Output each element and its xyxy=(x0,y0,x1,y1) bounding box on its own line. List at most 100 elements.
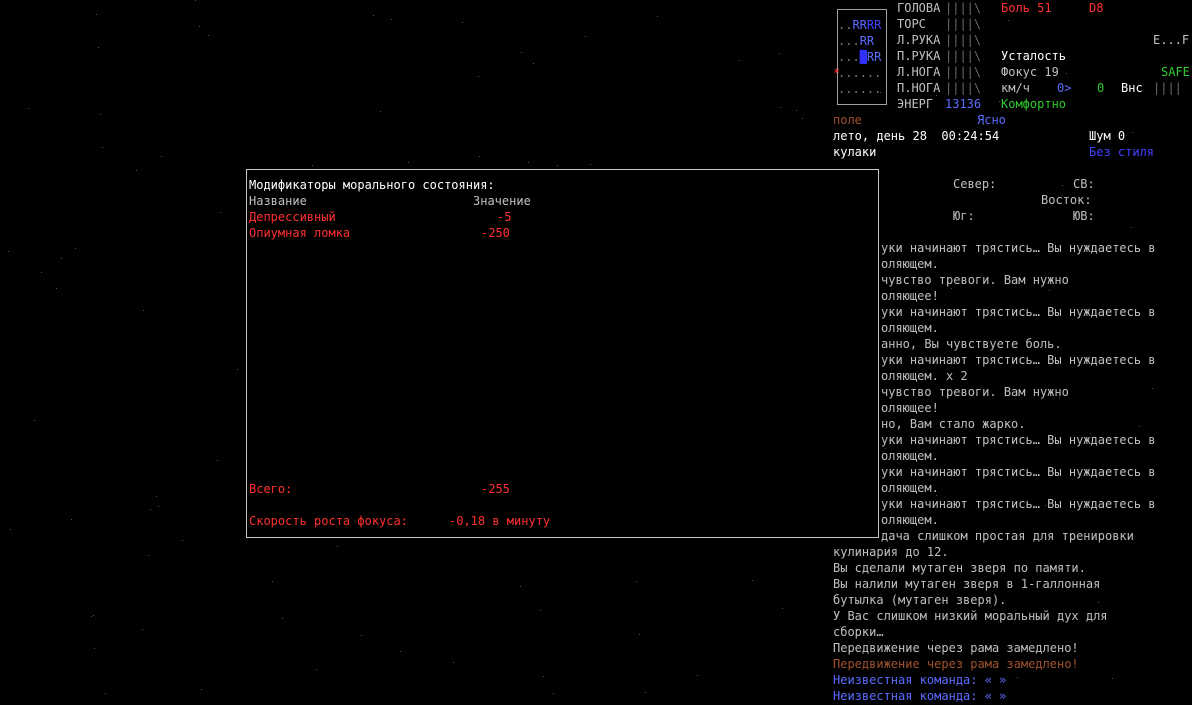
star-dot xyxy=(220,212,221,213)
minimap-row: ...RR xyxy=(838,34,875,48)
star-dot xyxy=(1139,426,1140,427)
star-dot xyxy=(540,610,541,611)
star-dot xyxy=(217,460,218,461)
star-dot xyxy=(528,162,529,163)
morale-row-name[interactable]: Опиумная ломка xyxy=(249,225,350,241)
star-dot xyxy=(199,26,200,27)
morale-modifiers-dialog[interactable]: Модификаторы морального состояния: Назва… xyxy=(246,169,879,538)
star-dot xyxy=(521,52,522,53)
log-line: уки начинают трястись… Вы нуждаетесь в xyxy=(881,353,1156,367)
star-dot xyxy=(161,156,162,157)
star-dot xyxy=(143,310,144,311)
focus-indicator: Фокус 19 xyxy=(1001,65,1059,79)
star-dot xyxy=(41,272,42,273)
log-line: оляющем. xyxy=(881,449,939,463)
star-dot xyxy=(553,693,554,694)
player-marker-icon: * xyxy=(833,66,841,80)
morale-row-name[interactable]: Депрессивный xyxy=(249,209,336,225)
log-line: чувство тревоги. Вам нужно xyxy=(881,385,1069,399)
star-dot xyxy=(8,251,9,252)
star-dot xyxy=(1132,132,1133,133)
star-dot xyxy=(156,496,157,497)
log-line: уки начинают трястись… Вы нуждаетесь в xyxy=(881,241,1156,255)
terrain-label: поле xyxy=(833,113,862,127)
speed-label: км/ч xyxy=(1001,81,1030,95)
log-line: оляющем. xyxy=(881,481,939,495)
compass-north: Север: xyxy=(953,177,997,191)
safe-mode-indicator: SAFE xyxy=(1161,65,1190,79)
focus-rate-label: Скорость роста фокуса: xyxy=(249,514,408,528)
pain-indicator: Боль 51 xyxy=(1001,1,1052,15)
morale-row-value: -250 xyxy=(481,226,510,240)
body-part-health-bar: ||||\ xyxy=(945,33,982,47)
star-dot xyxy=(105,693,106,694)
star-dot xyxy=(999,101,1000,102)
minimap-row: ...... xyxy=(838,66,882,80)
compass-east: Восток: xyxy=(1041,193,1092,207)
star-dot xyxy=(312,165,313,166)
compass-south: Юг: xyxy=(953,209,975,223)
log-line: оляющем. x 2 xyxy=(881,369,968,383)
star-dot xyxy=(779,53,780,54)
log-line: чувство тревоги. Вам нужно xyxy=(881,273,1069,287)
star-dot xyxy=(780,107,781,108)
body-part-health-bar: ||||\ xyxy=(945,65,982,79)
total-value: -255 xyxy=(481,482,510,496)
compass-southeast: ЮВ: xyxy=(1073,209,1095,223)
star-dot xyxy=(951,288,952,289)
outside-bar: |||| xyxy=(1153,81,1182,95)
fighting-style: Без стиля xyxy=(1089,145,1155,159)
star-dot xyxy=(697,675,698,676)
star-dot xyxy=(752,580,753,581)
star-dot xyxy=(453,662,454,663)
star-dot xyxy=(802,118,803,119)
fatigue-indicator: Усталость xyxy=(1001,49,1067,63)
star-dot xyxy=(158,506,159,507)
star-dot xyxy=(380,111,381,112)
log-line: Передвижение через рама замедлено! xyxy=(833,657,1079,671)
star-dot xyxy=(645,692,646,693)
log-line: но, Вам стало жарко. xyxy=(881,417,1026,431)
star-dot xyxy=(208,35,209,36)
star-dot xyxy=(316,669,317,670)
log-line: дача слишком простая для тренировки xyxy=(881,529,1134,543)
star-dot xyxy=(94,648,95,649)
energy-label: ЭНЕРГ xyxy=(897,97,934,111)
log-line: уки начинают трястись… Вы нуждаетесь в xyxy=(881,497,1156,511)
wielded-weapon: кулаки xyxy=(833,145,877,159)
body-part-health-bar: ||||\ xyxy=(945,1,982,15)
star-dot xyxy=(408,162,409,163)
log-line: У Вас слишком низкий моральный дух для xyxy=(833,609,1108,623)
star-dot xyxy=(557,165,558,166)
log-line: оляющее! xyxy=(881,401,939,415)
body-part-name: Л.РУКА xyxy=(897,33,941,47)
morale-row-value: -5 xyxy=(497,210,512,224)
star-dot xyxy=(96,14,97,15)
star-dot xyxy=(100,114,101,115)
minimap-row: ...... xyxy=(838,82,882,96)
weather-label: Ясно xyxy=(977,113,1006,127)
star-dot xyxy=(479,156,480,157)
star-dot xyxy=(34,420,35,421)
pain-grade: D8 xyxy=(1089,1,1104,15)
star-dot xyxy=(400,651,401,652)
star-dot xyxy=(739,60,740,61)
star-dot xyxy=(1152,388,1153,389)
star-dot xyxy=(1017,677,1018,678)
focus-rate-value: -0,18 в минуту xyxy=(449,514,551,528)
star-dot xyxy=(10,529,11,530)
log-line: анно, Вы чувствуете боль. xyxy=(881,337,1062,351)
dialog-title: Модификаторы морального состояния: xyxy=(249,178,495,192)
log-line: Вы налили мутаген зверя в 1-галлонная xyxy=(833,577,1101,591)
compass-northeast: СВ: xyxy=(1073,177,1095,191)
energy-value: 13136 xyxy=(945,97,982,111)
log-line: оляющем. xyxy=(881,257,939,271)
star-dot xyxy=(462,22,463,23)
star-dot xyxy=(237,369,238,370)
star-dot xyxy=(1098,602,1099,603)
compass-right: E...F xyxy=(1153,33,1190,47)
body-part-health-bar: ||||\ xyxy=(945,81,982,95)
star-dot xyxy=(1131,227,1132,228)
log-line: уки начинают трястись… Вы нуждаетесь в xyxy=(881,465,1156,479)
log-line: сборки… xyxy=(833,625,884,639)
